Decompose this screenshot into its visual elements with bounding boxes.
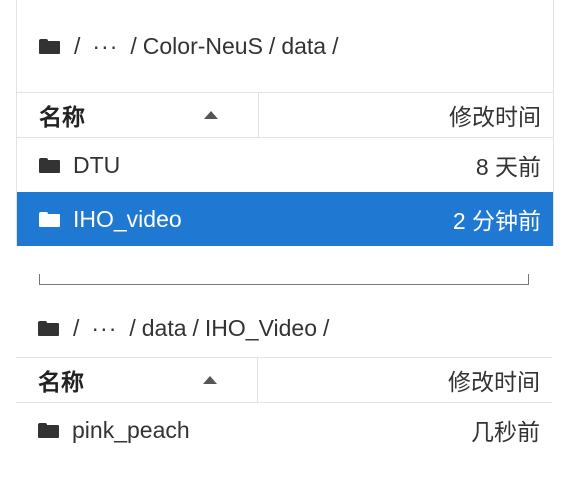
breadcrumb-separator: / bbox=[192, 315, 199, 341]
breadcrumb-separator: / bbox=[130, 32, 137, 59]
breadcrumb-ellipsis-icon[interactable]: ··· bbox=[91, 315, 117, 342]
breadcrumb-item-iho-video[interactable]: IHO_Video bbox=[205, 315, 317, 342]
breadcrumb-item-data[interactable]: data bbox=[142, 315, 187, 342]
column-header-modified[interactable]: 修改时间 bbox=[258, 358, 552, 402]
file-modified: 2 分钟前 bbox=[452, 208, 541, 234]
file-browser-panel-1: / ··· / Color-NeuS / data / 名称 修改时间 DTU … bbox=[16, 0, 554, 246]
file-name: DTU bbox=[73, 151, 121, 178]
breadcrumb-separator: / bbox=[73, 315, 80, 341]
file-row-pink-peach[interactable]: pink_peach 几秒前 bbox=[16, 403, 552, 457]
column-header-row: 名称 修改时间 bbox=[16, 358, 552, 403]
column-header-modified-label: 修改时间 bbox=[449, 104, 541, 130]
file-browser-panel-2: / ··· / data / IHO_Video / 名称 修改时间 pink_… bbox=[16, 300, 552, 470]
breadcrumb-ellipsis-icon[interactable]: ··· bbox=[92, 33, 118, 60]
breadcrumb-separator: / bbox=[129, 315, 136, 341]
folder-icon bbox=[39, 157, 60, 173]
breadcrumb-separator: / bbox=[268, 32, 276, 59]
column-header-modified-label: 修改时间 bbox=[448, 369, 540, 395]
breadcrumb: / ··· / Color-NeuS / data / bbox=[17, 0, 553, 93]
breadcrumb: / ··· / data / IHO_Video / bbox=[16, 300, 552, 358]
folder-icon bbox=[39, 211, 60, 227]
file-row-iho-video[interactable]: IHO_video 2 分钟前 bbox=[17, 192, 553, 246]
column-header-name[interactable]: 名称 bbox=[16, 358, 258, 402]
breadcrumb-item-color-neus[interactable]: Color-NeuS bbox=[143, 33, 263, 60]
file-browser-screenshot: / ··· / Color-NeuS / data / 名称 修改时间 DTU … bbox=[0, 0, 572, 485]
column-header-name[interactable]: 名称 bbox=[17, 93, 259, 137]
column-header-name-label: 名称 bbox=[38, 369, 84, 395]
divider-bracket bbox=[39, 274, 529, 285]
column-header-row: 名称 修改时间 bbox=[17, 93, 553, 138]
column-header-modified[interactable]: 修改时间 bbox=[259, 93, 553, 137]
folder-icon[interactable] bbox=[39, 38, 60, 54]
file-modified: 8 天前 bbox=[475, 154, 541, 180]
file-modified: 几秒前 bbox=[471, 419, 540, 445]
file-row-dtu[interactable]: DTU 8 天前 bbox=[17, 138, 553, 192]
file-name: IHO_video bbox=[73, 205, 182, 232]
folder-icon[interactable] bbox=[38, 321, 59, 336]
breadcrumb-separator: / bbox=[332, 32, 339, 59]
sort-ascending-icon bbox=[203, 376, 217, 384]
breadcrumb-item-data[interactable]: data bbox=[281, 33, 326, 60]
folder-icon bbox=[38, 422, 59, 438]
column-header-name-label: 名称 bbox=[39, 104, 85, 130]
sort-ascending-icon bbox=[204, 111, 218, 119]
file-name: pink_peach bbox=[72, 416, 190, 443]
breadcrumb-separator: / bbox=[74, 32, 81, 59]
breadcrumb-separator: / bbox=[323, 315, 330, 341]
